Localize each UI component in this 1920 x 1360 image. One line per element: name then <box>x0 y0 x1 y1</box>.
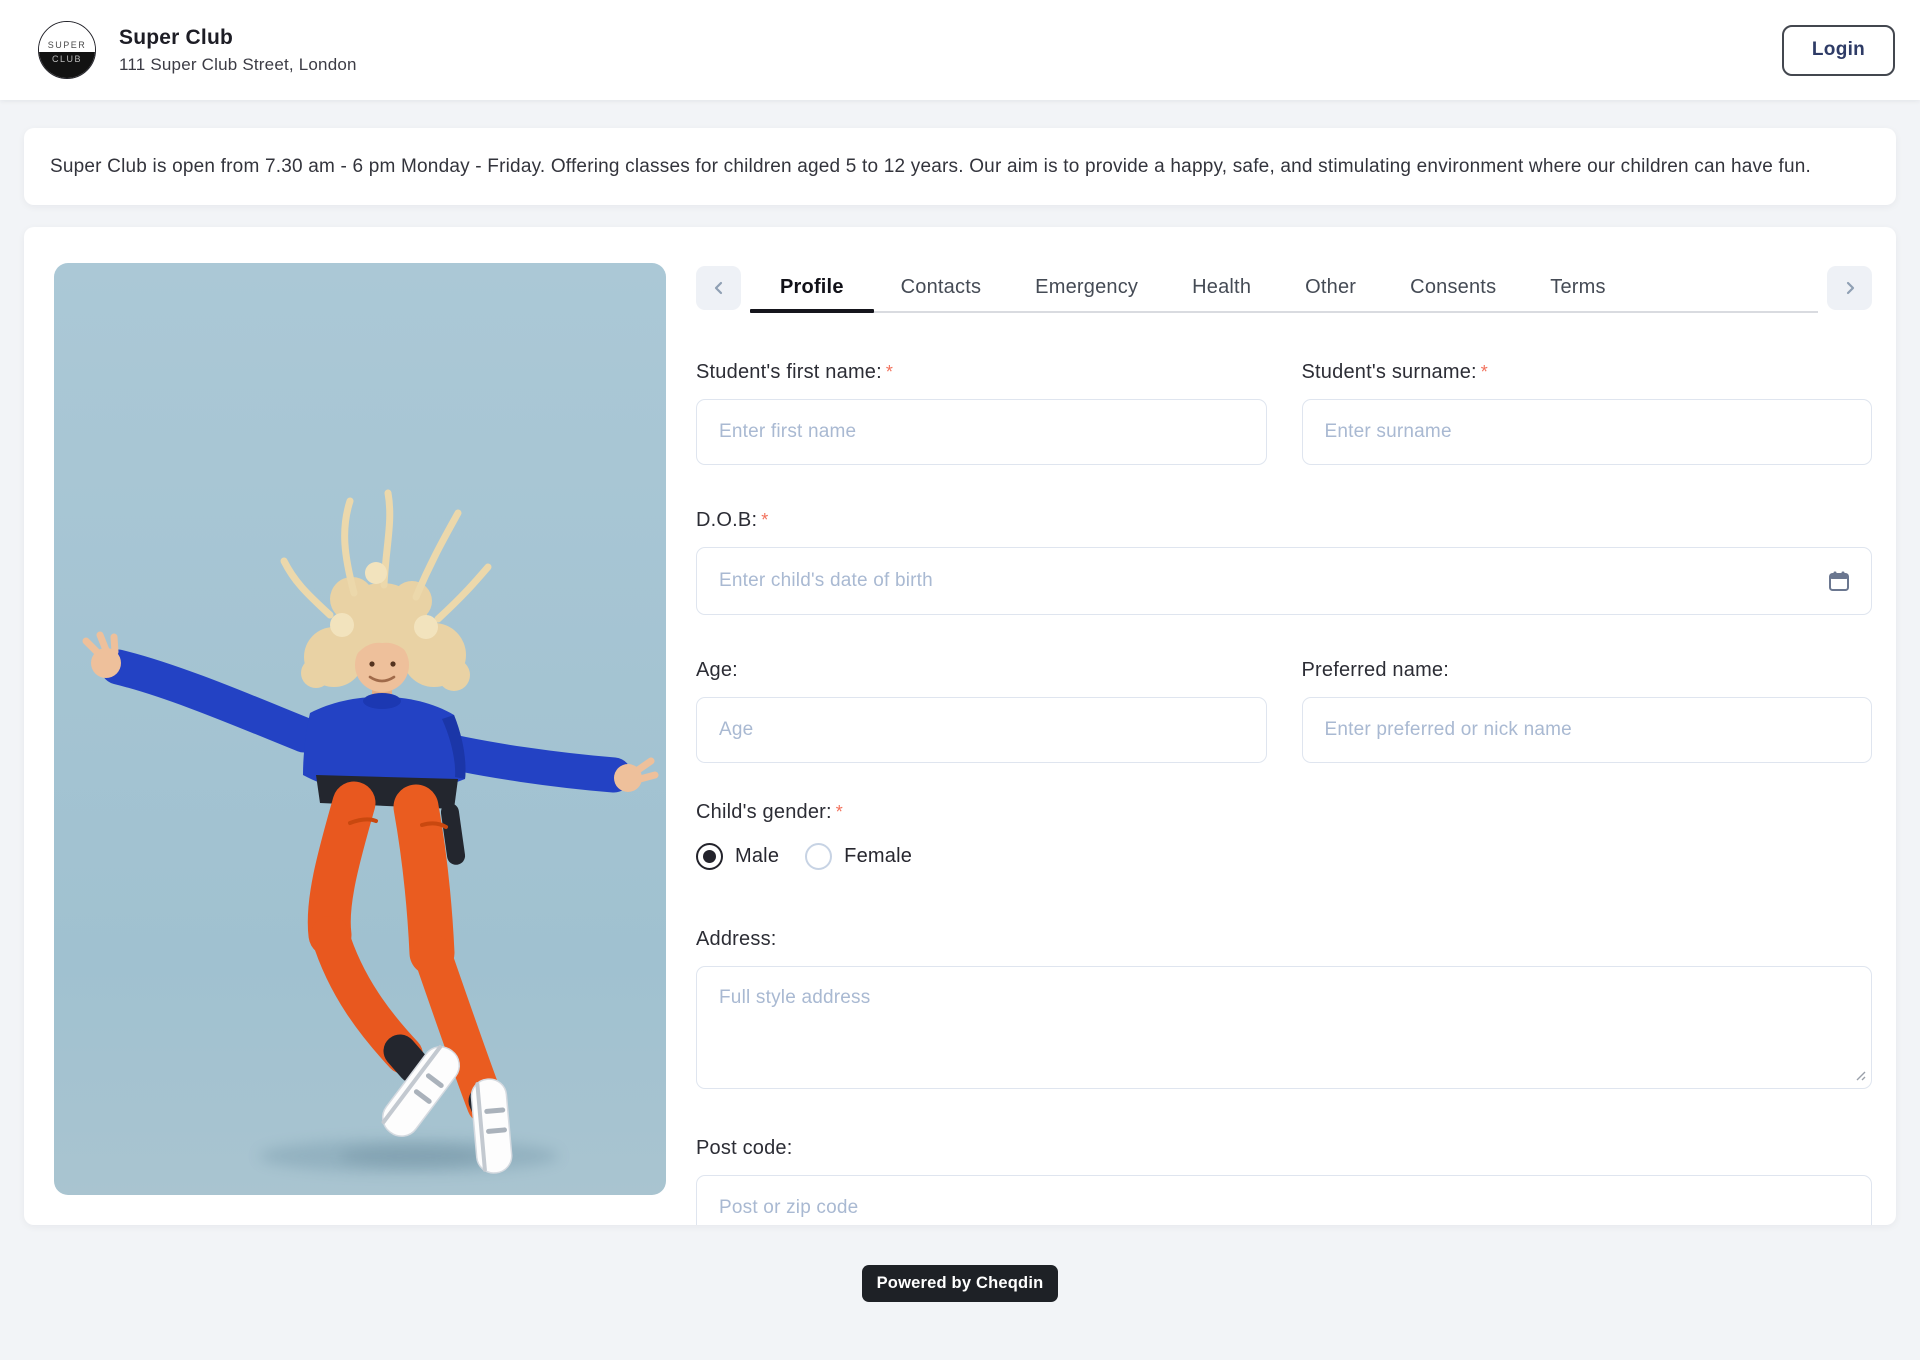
dob-input[interactable] <box>696 547 1872 615</box>
gender-radio-female[interactable] <box>805 843 832 870</box>
registration-card: Profile Contacts Emergency Health Other … <box>24 227 1896 1225</box>
age-label: Age: <box>696 657 1267 683</box>
logo-top-text: SUPER <box>39 22 95 52</box>
tab-health[interactable]: Health <box>1165 263 1278 311</box>
age-row: Age: Preferred name: <box>696 657 1872 763</box>
login-button[interactable]: Login <box>1782 25 1895 76</box>
club-logo-icon: SUPER CLUB <box>38 21 96 79</box>
tab-consents[interactable]: Consents <box>1383 263 1523 311</box>
required-asterisk: * <box>761 510 768 530</box>
post-code-group: Post code: <box>696 1135 1872 1225</box>
address-group: Address: <box>696 926 1872 1089</box>
form-column: Profile Contacts Emergency Health Other … <box>696 263 1872 1225</box>
child-photo <box>54 263 666 1195</box>
tabs-scroll-right-button[interactable] <box>1827 266 1872 310</box>
tab-bar: Profile Contacts Emergency Health Other … <box>750 263 1818 313</box>
chevron-left-icon <box>711 280 727 296</box>
page-title: Super Club <box>119 26 357 50</box>
logo-bottom-text: CLUB <box>39 52 95 78</box>
post-code-input[interactable] <box>696 1175 1872 1225</box>
gender-group: Child's gender:* Male Female <box>696 799 1872 870</box>
tabs-scroll-left-button[interactable] <box>696 266 741 310</box>
surname-input[interactable] <box>1302 399 1873 465</box>
tab-terms[interactable]: Terms <box>1523 263 1632 311</box>
tab-other[interactable]: Other <box>1278 263 1383 311</box>
tabs-row: Profile Contacts Emergency Health Other … <box>696 263 1872 313</box>
required-asterisk: * <box>836 802 843 822</box>
dob-group: D.O.B:* <box>696 507 1872 615</box>
gender-option-female[interactable]: Female <box>805 843 912 870</box>
gender-male-label: Male <box>735 845 779 868</box>
tab-profile[interactable]: Profile <box>750 263 874 311</box>
gender-options: Male Female <box>696 843 1872 870</box>
post-code-label: Post code: <box>696 1135 1872 1161</box>
gender-label: Child's gender:* <box>696 799 1872 825</box>
brand-block: Super Club 111 Super Club Street, London <box>119 26 357 75</box>
gender-radio-male[interactable] <box>696 843 723 870</box>
surname-label: Student's surname:* <box>1302 359 1873 385</box>
address-label: Address: <box>696 926 1872 952</box>
powered-by-badge[interactable]: Powered by Cheqdin <box>862 1265 1059 1302</box>
chevron-right-icon <box>1842 280 1858 296</box>
info-banner-text: Super Club is open from 7.30 am - 6 pm M… <box>50 156 1811 177</box>
preferred-name-input[interactable] <box>1302 697 1873 763</box>
header: SUPER CLUB Super Club 111 Super Club Str… <box>0 0 1920 100</box>
footer: Powered by Cheqdin <box>0 1265 1920 1302</box>
name-row: Student's first name:* Student's surname… <box>696 359 1872 465</box>
preferred-name-label: Preferred name: <box>1302 657 1873 683</box>
age-input[interactable] <box>696 697 1267 763</box>
resize-grip-icon[interactable] <box>1854 1069 1867 1082</box>
dob-label: D.O.B:* <box>696 507 1872 533</box>
required-asterisk: * <box>886 362 893 382</box>
tab-emergency[interactable]: Emergency <box>1008 263 1165 311</box>
first-name-input[interactable] <box>696 399 1267 465</box>
calendar-icon[interactable] <box>1828 570 1850 592</box>
child-photo-illustration <box>54 263 666 1195</box>
tab-contacts[interactable]: Contacts <box>874 263 1009 311</box>
required-asterisk: * <box>1481 362 1488 382</box>
club-address: 111 Super Club Street, London <box>119 55 357 75</box>
gender-female-label: Female <box>844 845 912 868</box>
address-textarea[interactable] <box>696 966 1872 1089</box>
gender-option-male[interactable]: Male <box>696 843 779 870</box>
first-name-label: Student's first name:* <box>696 359 1267 385</box>
info-banner: Super Club is open from 7.30 am - 6 pm M… <box>24 128 1896 205</box>
